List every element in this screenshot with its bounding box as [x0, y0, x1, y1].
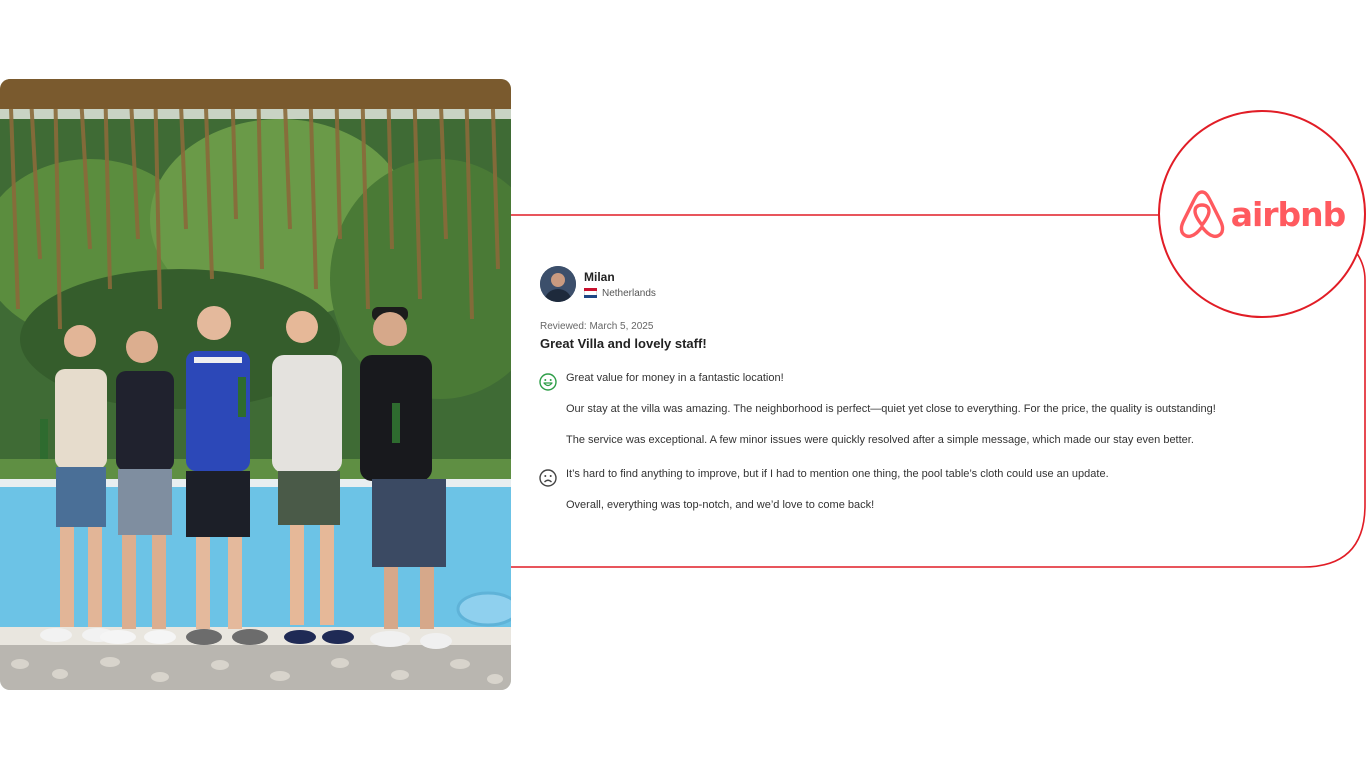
reviewer-header: Milan Netherlands — [540, 266, 656, 302]
review-date: Reviewed: March 5, 2025 — [540, 321, 654, 332]
airbnb-belo-icon — [1179, 190, 1224, 239]
review-paragraph: It’s hard to find anything to improve, b… — [566, 468, 1109, 480]
review-paragraph: Great value for money in a fantastic loc… — [566, 372, 784, 384]
guest-group-photo — [0, 79, 511, 690]
reviewer-country: Netherlands — [602, 287, 656, 299]
frowning-face-icon — [539, 469, 557, 487]
review-paragraph: The service was exceptional. A few minor… — [566, 434, 1194, 446]
netherlands-flag-icon — [584, 288, 597, 298]
reviewer-name: Milan — [584, 269, 615, 284]
smiling-face-icon — [539, 373, 557, 391]
airbnb-wordmark: airbnb — [1230, 194, 1347, 234]
airbnb-logo-badge: airbnb — [1158, 110, 1366, 318]
review-paragraph: Overall, everything was top-notch, and w… — [566, 499, 875, 511]
avatar[interactable] — [540, 266, 576, 302]
review-title: Great Villa and lovely staff! — [540, 336, 707, 351]
review-paragraph: Our stay at the villa was amazing. The n… — [566, 403, 1216, 415]
